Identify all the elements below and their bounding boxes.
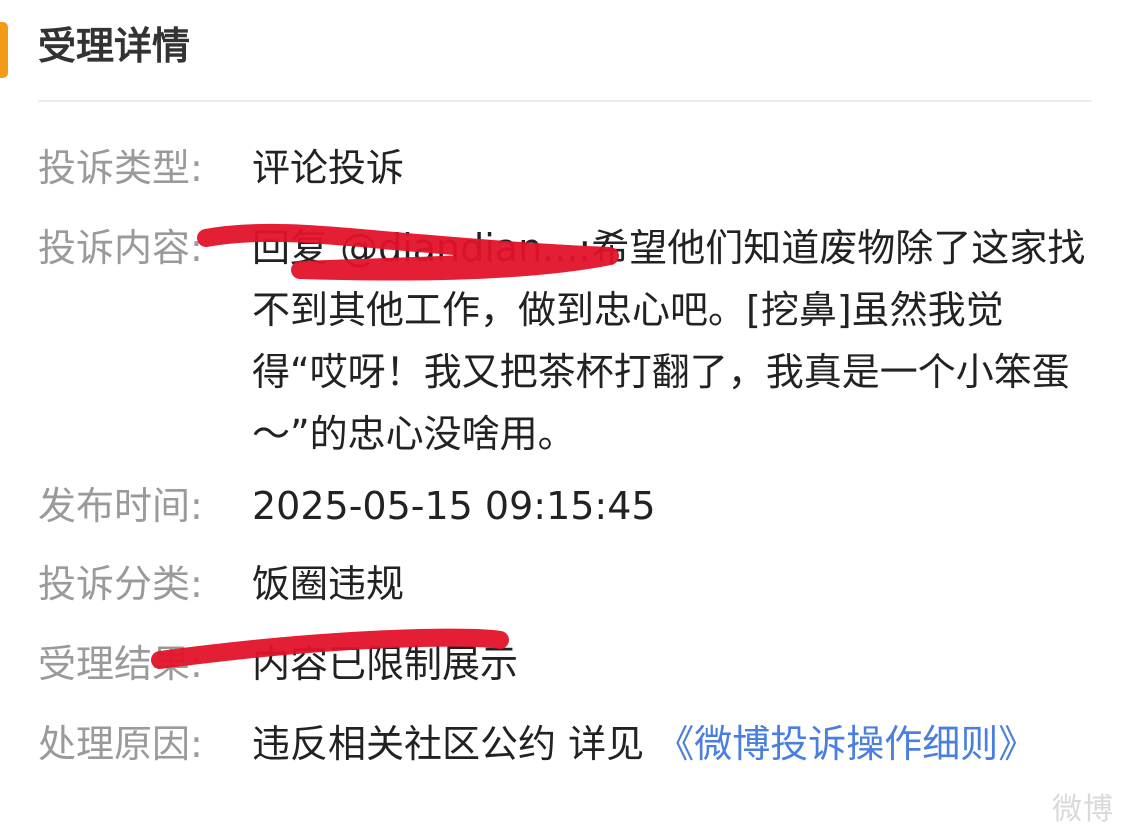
reason-text: 违反相关社区公约 详见 [252, 722, 645, 766]
detail-row-publish-time: 发布时间: 2025-05-15 09:15:45 [0, 475, 1124, 537]
result-label: 受理结果: [38, 642, 203, 686]
detail-row-result: 受理结果: 内容已限制展示 [0, 633, 1124, 695]
content-label: 投诉内容: [38, 226, 203, 270]
reason-value: 违反相关社区公约 详见 《微博投诉操作细则》 [252, 713, 1092, 775]
complaint-detail-page: 受理详情 投诉类型: 评论投诉 投诉内容: 回复 @diandian...:希望… [0, 0, 1124, 836]
category-value: 饭圈违规 [252, 562, 405, 606]
detail-row-category: 投诉分类: 饭圈违规 [0, 553, 1124, 615]
detail-row-content: 投诉内容: 回复 @diandian...:希望他们知道废物除了这家找不到其他工… [0, 217, 1124, 467]
type-value: 评论投诉 [252, 146, 405, 190]
content-value: 回复 @diandian...:希望他们知道废物除了这家找不到其他工作，做到忠心… [252, 226, 1086, 456]
publish-time-value: 2025-05-15 09:15:45 [252, 484, 656, 528]
publish-time-label: 发布时间: [38, 484, 203, 528]
category-label: 投诉分类: [38, 562, 203, 606]
reason-label: 处理原因: [38, 722, 203, 766]
detail-list: 投诉类型: 评论投诉 投诉内容: 回复 @diandian...:希望他们知道废… [0, 0, 1124, 836]
watermark: 微博 [1052, 792, 1114, 827]
rules-link[interactable]: 《微博投诉操作细则》 [656, 722, 1036, 766]
result-value: 内容已限制展示 [252, 642, 519, 686]
detail-row-type: 投诉类型: 评论投诉 [0, 137, 1124, 199]
type-label: 投诉类型: [38, 146, 203, 190]
detail-row-reason: 处理原因: 违反相关社区公约 详见 《微博投诉操作细则》 [0, 713, 1124, 837]
